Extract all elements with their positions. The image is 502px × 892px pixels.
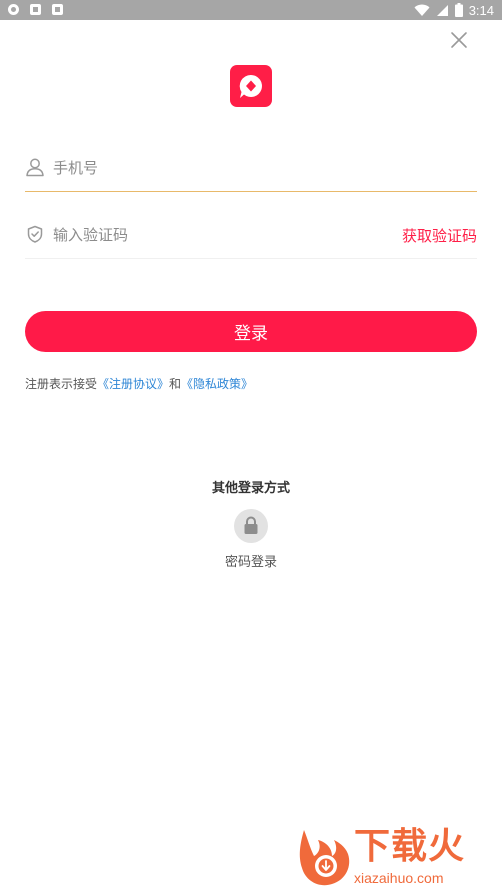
notification-icon [8, 4, 19, 15]
app-logo [230, 65, 272, 107]
watermark: 下载火 xiazaihuo.com [296, 826, 496, 888]
chat-bubble-icon [239, 74, 262, 98]
get-code-button[interactable]: 获取验证码 [402, 225, 477, 246]
close-button[interactable] [449, 30, 469, 50]
sd-card-icon [30, 4, 41, 15]
phone-input[interactable] [53, 155, 393, 181]
watermark-url: xiazaihuo.com [354, 870, 444, 886]
terms-link[interactable]: 《注册协议》 [97, 377, 169, 391]
password-login-label: 密码登录 [224, 555, 277, 570]
agreement-prefix: 注册表示接受 [25, 377, 98, 391]
password-login-button[interactable]: 密码登录 [211, 509, 291, 573]
code-field-row: 获取验证码 [25, 214, 477, 259]
login-button[interactable]: 登录 [25, 311, 477, 352]
wifi-icon [414, 4, 430, 16]
status-left-icons [8, 4, 63, 15]
status-right-icons: 3:14 [414, 0, 494, 20]
status-bar: 3:14 [0, 0, 502, 20]
close-icon [451, 32, 467, 48]
watermark-brand: 下载火 [354, 826, 466, 867]
password-login-circle [234, 509, 268, 543]
lock-icon [244, 516, 258, 534]
other-login-title: 其他登录方式 [211, 481, 290, 496]
battery-icon [454, 3, 463, 17]
agreement-text: 注册表示接受《注册协议》和《隐私政策》 [25, 375, 253, 392]
status-time: 3:14 [468, 2, 494, 18]
code-input[interactable] [53, 222, 393, 248]
shield-check-icon [27, 225, 43, 243]
download-icon [52, 4, 63, 15]
signal-icon [436, 4, 448, 16]
agreement-conjunction: 和 [169, 377, 182, 391]
phone-field-row [25, 147, 477, 192]
user-icon [26, 158, 44, 177]
flame-logo-icon [299, 830, 350, 886]
privacy-link[interactable]: 《隐私政策》 [181, 377, 253, 391]
